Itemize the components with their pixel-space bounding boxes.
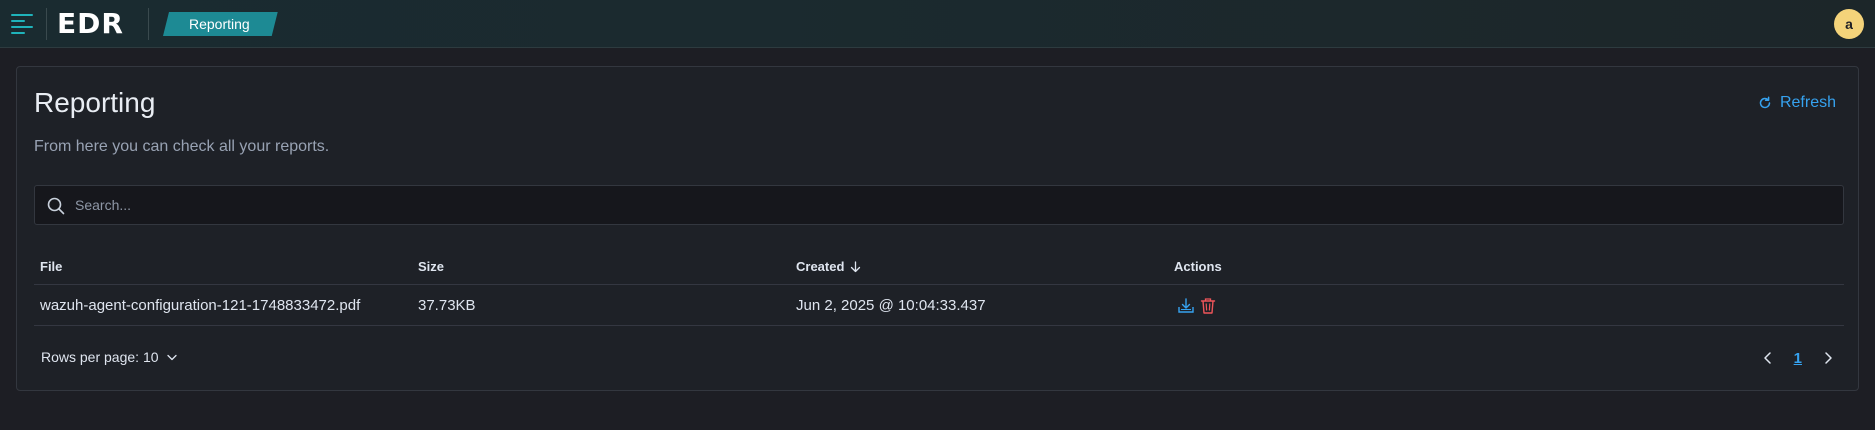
header-divider — [148, 8, 149, 40]
page-title: Reporting — [34, 87, 156, 118]
chevron-left-icon[interactable] — [1760, 350, 1776, 366]
header-divider — [46, 8, 47, 40]
search-icon — [47, 197, 65, 215]
chevron-right-icon[interactable] — [1820, 350, 1836, 366]
search-bar[interactable] — [34, 185, 1844, 225]
breadcrumb-reporting[interactable]: Reporting — [163, 12, 278, 36]
top-header: EDR Reporting a — [0, 0, 1875, 48]
chevron-down-icon — [166, 354, 177, 360]
table-header: File Size Created Actions — [34, 249, 1844, 285]
cell-file: wazuh-agent-configuration-121-1748833472… — [40, 297, 361, 314]
cell-size: 37.73KB — [418, 297, 476, 314]
column-header-actions: Actions — [1174, 259, 1222, 274]
refresh-button[interactable]: Refresh — [1758, 92, 1836, 114]
user-avatar[interactable]: a — [1834, 9, 1864, 39]
column-header-created-label: Created — [796, 259, 845, 274]
rows-per-page-select[interactable]: Rows per page: 10 — [41, 349, 177, 365]
trash-icon[interactable] — [1198, 296, 1218, 316]
refresh-label: Refresh — [1779, 94, 1836, 111]
app-logo[interactable]: EDR — [57, 9, 124, 39]
cell-created: Jun 2, 2025 @ 10:04:33.437 — [796, 297, 986, 314]
reporting-panel: Reporting From here you can check all yo… — [16, 66, 1859, 391]
refresh-icon — [1759, 96, 1771, 109]
column-header-size[interactable]: Size — [418, 249, 444, 285]
hamburger-menu-icon[interactable] — [11, 11, 37, 37]
table-row: wazuh-agent-configuration-121-1748833472… — [34, 286, 1844, 326]
column-header-created[interactable]: Created — [796, 249, 861, 285]
arrow-down-icon — [851, 261, 861, 273]
rows-per-page-label: Rows per page: 10 — [41, 349, 159, 365]
column-header-file[interactable]: File — [40, 249, 62, 285]
pagination: 1 — [1760, 346, 1836, 370]
download-icon[interactable] — [1176, 296, 1196, 316]
search-input[interactable] — [75, 186, 1835, 224]
page-subtitle: From here you can check all your reports… — [34, 138, 330, 155]
page-number-current[interactable]: 1 — [1794, 350, 1802, 367]
